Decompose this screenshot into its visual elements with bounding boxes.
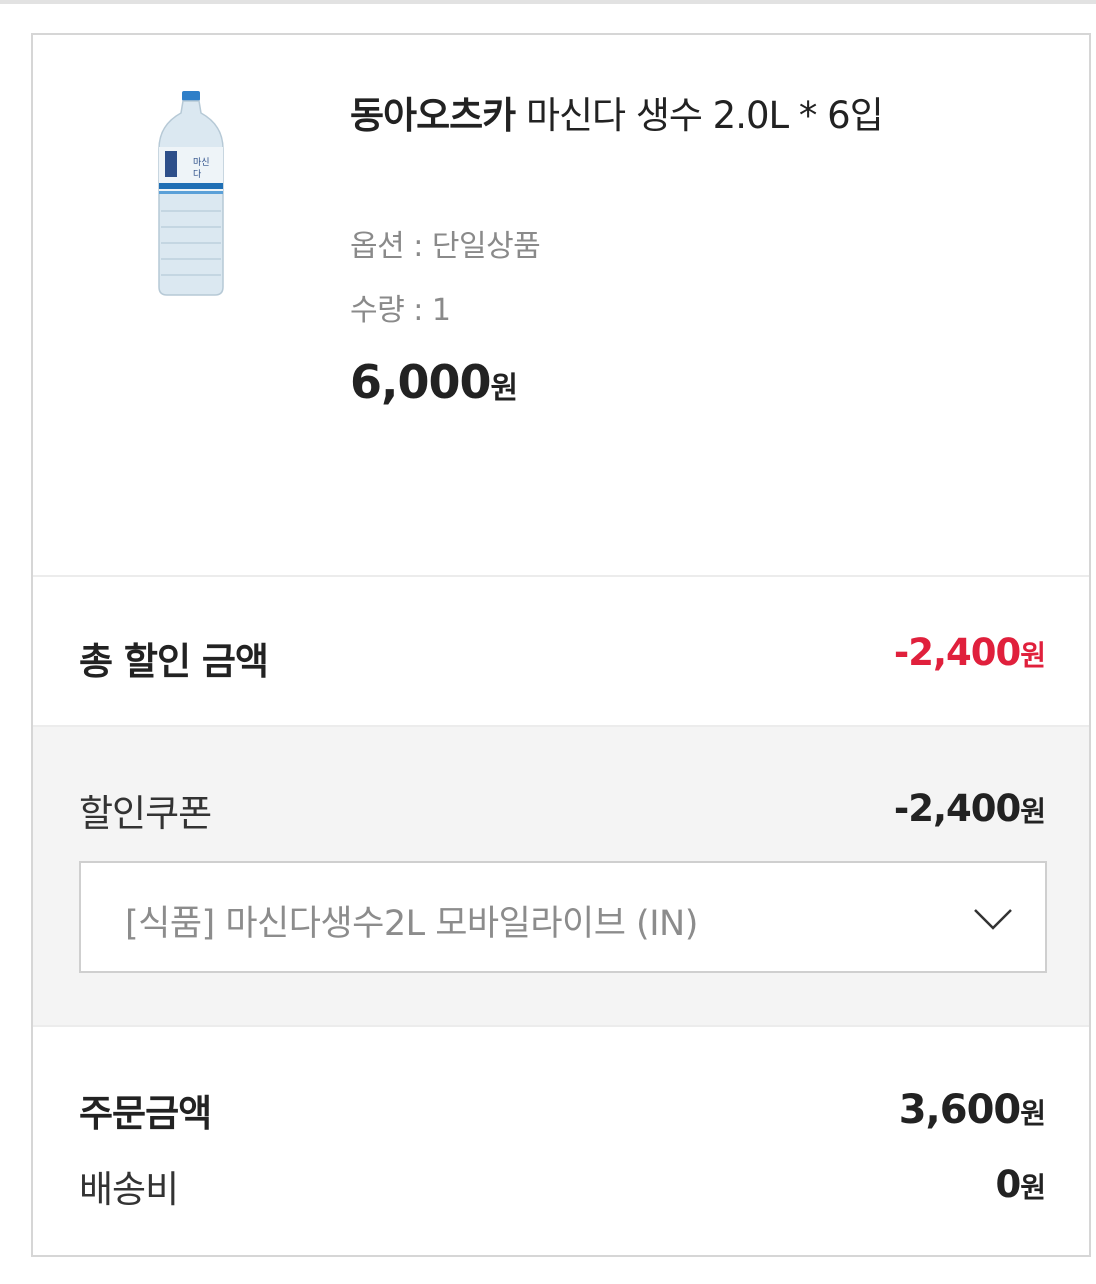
product-quantity: 수량 : 1 [350, 293, 451, 328]
chevron-down-icon [974, 909, 1012, 930]
total-discount-value: -2,400원 [893, 631, 1046, 674]
shipping-fee-amount: 0 [995, 1163, 1021, 1206]
shipping-fee-label: 배송비 [79, 1168, 179, 1211]
product-price: 6,000원 [350, 355, 518, 409]
order-amount-value: 3,600원 [898, 1087, 1046, 1133]
shipping-fee-unit: 원 [1020, 1171, 1046, 1204]
product-brand: 동아오츠카 [350, 94, 516, 137]
shipping-fee-value: 0원 [995, 1163, 1046, 1206]
order-summary-card: 마신 다 동아오츠카 마신다 생수 2.0L * 6입 옵션 : 단일상품 수량… [31, 33, 1091, 1257]
coupon-amount: -2,400 [893, 787, 1021, 830]
section-divider [33, 725, 1089, 727]
coupon-unit: 원 [1020, 795, 1046, 828]
coupon-label: 할인쿠폰 [79, 792, 212, 835]
coupon-select[interactable]: [식품] 마신다생수2L 모바일라이브 (IN) [79, 861, 1047, 973]
product-price-unit: 원 [490, 371, 519, 406]
coupon-selected-option: [식품] 마신다생수2L 모바일라이브 (IN) [125, 904, 698, 944]
svg-text:다: 다 [193, 169, 202, 180]
product-item: 마신 다 동아오츠카 마신다 생수 2.0L * 6입 옵션 : 단일상품 수량… [33, 35, 1089, 575]
total-discount-unit: 원 [1020, 639, 1046, 672]
top-divider [0, 0, 1096, 4]
section-divider [33, 1025, 1089, 1027]
total-discount-label: 총 할인 금액 [79, 640, 269, 683]
order-amount: 3,600 [898, 1087, 1022, 1133]
section-divider [33, 575, 1089, 577]
product-price-value: 6,000 [350, 355, 492, 409]
coupon-value: -2,400원 [893, 787, 1046, 830]
order-amount-label: 주문금액 [79, 1092, 212, 1135]
svg-text:마신: 마신 [193, 157, 210, 168]
total-discount-amount: -2,400 [893, 631, 1021, 674]
product-title[interactable]: 동아오츠카 마신다 생수 2.0L * 6입 [350, 85, 884, 139]
product-thumbnail[interactable]: 마신 다 [153, 91, 229, 301]
product-option: 옵션 : 단일상품 [350, 229, 541, 264]
product-name: 마신다 생수 2.0L * 6입 [515, 94, 884, 137]
order-amount-unit: 원 [1020, 1097, 1046, 1130]
